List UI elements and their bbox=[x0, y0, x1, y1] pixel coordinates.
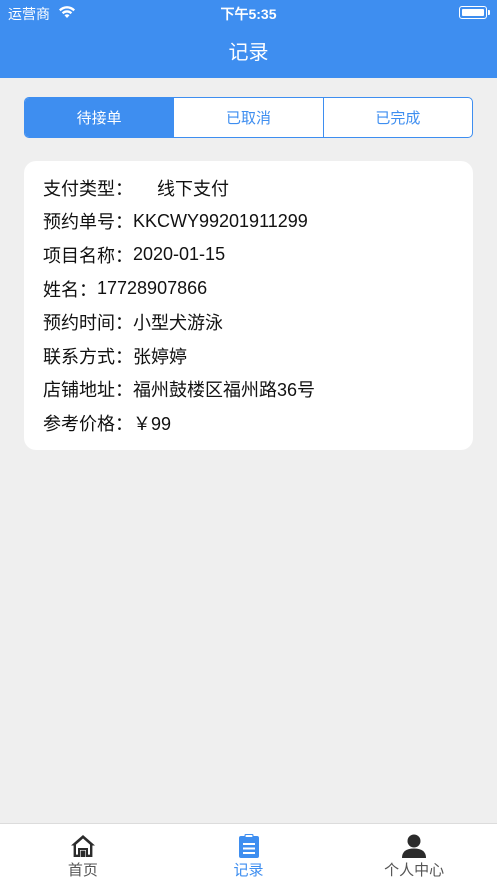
project-name-value: 2020-01-15 bbox=[133, 244, 226, 265]
battery-icon bbox=[459, 6, 490, 19]
address-row: 店铺地址： 福州鼓楼区福州路36号 bbox=[43, 373, 473, 407]
page-title: 记录 bbox=[228, 42, 269, 64]
header-bar: 运营商 下午5:35 记录 bbox=[0, 0, 497, 78]
status-tabs: 待接单 已取消 已完成 bbox=[24, 97, 473, 138]
appointment-time-label: 预约时间： bbox=[43, 313, 133, 334]
nav-records[interactable]: 记录 bbox=[166, 824, 332, 883]
project-name-row: 项目名称： 2020-01-15 bbox=[43, 238, 473, 272]
address-value: 福州鼓楼区福州路36号 bbox=[133, 380, 316, 401]
price-value: ￥99 bbox=[133, 413, 172, 434]
payment-type-row: 支付类型： 线下支付 bbox=[43, 171, 473, 205]
tab-completed[interactable]: 已完成 bbox=[324, 98, 472, 137]
payment-type-label: 支付类型： bbox=[43, 178, 133, 199]
contact-value: 张婷婷 bbox=[133, 346, 187, 367]
home-icon bbox=[70, 835, 95, 857]
price-row: 参考价格： ￥99 bbox=[43, 406, 473, 440]
person-icon bbox=[402, 834, 427, 858]
nav-profile[interactable]: 个人中心 bbox=[331, 824, 497, 883]
contact-row: 联系方式： 张婷婷 bbox=[43, 339, 473, 373]
order-no-value: KKCWY99201911299 bbox=[133, 210, 308, 231]
nav-home[interactable]: 首页 bbox=[0, 824, 166, 883]
order-no-label: 预约单号： bbox=[43, 212, 133, 233]
name-value: 17728907866 bbox=[97, 278, 208, 299]
address-label: 店铺地址： bbox=[43, 380, 133, 401]
nav-home-label: 首页 bbox=[67, 861, 98, 879]
name-row: 姓名： 17728907866 bbox=[43, 272, 473, 306]
order-no-row: 预约单号： KKCWY99201911299 bbox=[43, 205, 473, 239]
payment-type-value: 线下支付 bbox=[157, 178, 229, 199]
status-bar: 运营商 下午5:35 bbox=[0, 0, 497, 26]
nav-profile-label: 个人中心 bbox=[384, 861, 445, 879]
contact-label: 联系方式： bbox=[43, 346, 133, 367]
tab-pending[interactable]: 待接单 bbox=[25, 98, 175, 137]
appointment-time-value: 小型犬游泳 bbox=[133, 313, 223, 334]
name-label: 姓名： bbox=[43, 279, 97, 300]
tab-cancelled[interactable]: 已取消 bbox=[174, 98, 324, 137]
nav-records-label: 记录 bbox=[233, 861, 264, 879]
clipboard-icon bbox=[238, 834, 259, 858]
project-name-label: 项目名称： bbox=[43, 245, 133, 266]
bottom-nav: 首页 记录 个人中心 bbox=[0, 823, 497, 883]
price-label: 参考价格： bbox=[43, 413, 133, 434]
record-card[interactable]: 支付类型： 线下支付 预约单号： KKCWY99201911299 项目名称： … bbox=[24, 161, 473, 450]
status-time: 下午5:35 bbox=[220, 6, 277, 22]
appointment-time-row: 预约时间： 小型犬游泳 bbox=[43, 305, 473, 339]
